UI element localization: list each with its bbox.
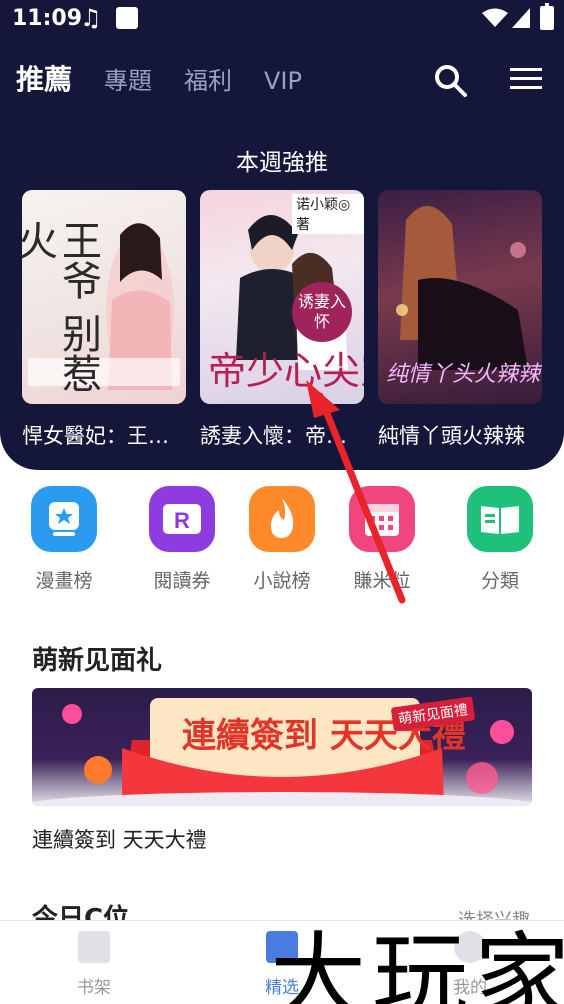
- entry-label: 小說榜: [253, 570, 311, 592]
- entry-label: 賺米粒: [353, 570, 411, 592]
- book-cover[interactable]: 王爷 别惹火: [22, 190, 186, 404]
- nav-label: 书架: [77, 978, 111, 998]
- banner-caption: 連續簽到 天天大禮: [32, 828, 207, 852]
- featured-book[interactable]: 诺小颖◎著 诱妻入怀 帝少心尖宠 誘妻入懷：帝…: [200, 190, 364, 450]
- book-open-icon: [467, 486, 533, 552]
- nav-bookshelf[interactable]: 书架: [34, 931, 154, 998]
- book-cover[interactable]: 诺小颖◎著 诱妻入怀 帝少心尖宠: [200, 190, 364, 404]
- cover-title: 帝少心尖宠: [208, 349, 364, 393]
- svg-text:R: R: [174, 508, 190, 533]
- voucher-icon: R: [149, 486, 215, 552]
- entry-novel-rank[interactable]: 小說榜: [232, 486, 332, 593]
- book-title: 純情丫頭火辣辣: [378, 424, 525, 448]
- book-title: 誘妻入懷：帝…: [200, 424, 347, 448]
- entry-label: 分類: [480, 570, 519, 592]
- tab-recommend[interactable]: 推薦: [16, 58, 72, 98]
- entry-label: 閱讀券: [153, 570, 211, 592]
- calendar-icon: [349, 486, 415, 552]
- fire-icon: [249, 486, 315, 552]
- signal-icon: [512, 8, 530, 28]
- cover-badge: 诱妻入怀: [292, 282, 352, 342]
- entry-label: 漫畫榜: [35, 570, 93, 592]
- welcome-title: 萌新见面礼: [32, 646, 163, 676]
- music-note-icon: ♫: [80, 4, 102, 32]
- featured-book[interactable]: 纯情丫头火辣辣 純情丫頭火辣辣: [378, 190, 542, 450]
- entry-category[interactable]: 分類: [450, 486, 550, 593]
- bookshelf-icon: [78, 931, 110, 963]
- featured-title: 本週強推: [236, 150, 328, 176]
- welcome-banner[interactable]: 連續簽到 天天大禮 萌新见面禮: [32, 688, 532, 806]
- book-cover[interactable]: 纯情丫头火辣辣: [378, 190, 542, 404]
- cover-author: 诺小颖◎著: [292, 194, 364, 234]
- entry-reading-voucher[interactable]: R 閱讀券: [132, 486, 232, 593]
- tab-vip[interactable]: VIP: [264, 67, 302, 95]
- top-tabs: 推薦 專題 福利 VIP: [16, 58, 334, 98]
- book-title: 悍女醫妃：王…: [22, 424, 169, 448]
- watermark: 大玩家: [270, 922, 564, 1004]
- cover-title: 纯情丫头火辣辣: [386, 362, 541, 387]
- entry-earn-rice[interactable]: 賺米粒: [332, 486, 432, 593]
- entry-comic-rank[interactable]: 漫畫榜: [14, 486, 114, 593]
- wifi-icon: [482, 8, 508, 27]
- featured-book[interactable]: 王爷 别惹火 悍女醫妃：王…: [22, 190, 186, 450]
- cover-title: 王爷 别惹火: [22, 220, 101, 393]
- battery-icon: [540, 3, 554, 30]
- search-icon[interactable]: [434, 64, 468, 98]
- status-bar: 11:09 ♫: [0, 0, 564, 40]
- notification-icon: [116, 7, 138, 29]
- status-time: 11:09: [12, 6, 83, 31]
- comic-rank-icon: [31, 486, 97, 552]
- tab-topics[interactable]: 專題: [104, 61, 152, 96]
- tab-welfare[interactable]: 福利: [184, 61, 232, 96]
- menu-icon[interactable]: [510, 68, 542, 94]
